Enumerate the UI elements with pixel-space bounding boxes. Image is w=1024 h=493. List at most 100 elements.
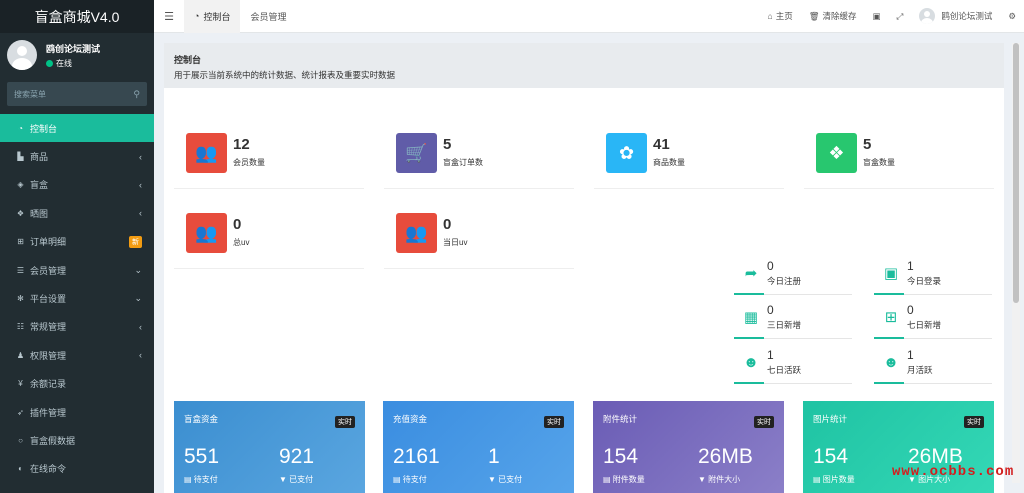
mini-stat-label: 七日新增 — [907, 320, 942, 330]
trash-icon: 🗑 — [808, 10, 820, 21]
sidebar-item-label: 盲盒 — [30, 180, 49, 191]
sidebar-item-9[interactable]: ¥ 余额记录 — [0, 370, 154, 398]
app-logo[interactable]: 盲盒商城V4.0 — [0, 0, 154, 33]
dashboard-icon: ◔ — [194, 11, 200, 21]
hamburger-icon[interactable]: ☰ — [154, 10, 184, 23]
mini-stat-label: 今日注册 — [767, 276, 802, 286]
card-label-primary-text: 待支付 — [193, 475, 218, 484]
rocket-icon: ➶ — [17, 407, 24, 417]
users-icon: 👥 — [186, 213, 227, 253]
users-icon: 👥 — [396, 213, 437, 253]
db-icon: ▤ — [184, 475, 192, 484]
mini-stat-label: 今日登录 — [907, 276, 942, 286]
sidebar-item-7[interactable]: ☷ 常规管理 ‹ — [0, 313, 154, 341]
db-icon: ▤ — [813, 475, 821, 484]
sidebar-item-label: 商品 — [30, 152, 49, 163]
dashboard-icon: ◔ — [18, 123, 23, 133]
fullscreen-icon[interactable]: ⤢ — [889, 11, 912, 22]
card-label-primary-text: 附件数量 — [612, 475, 645, 484]
stat-label: 总uv — [233, 238, 250, 247]
sidebar-item-0[interactable]: ◔ 控制台 — [0, 114, 154, 143]
card-label-secondary: ▼ 已支付 — [488, 474, 522, 485]
tab-member-management[interactable]: 会员管理 — [240, 0, 296, 33]
sidebar: 盲盒商城V4.0 鸥创论坛测试 在线 ⚲ ◔ 控制台 ▙ 商品 ‹ ◈ 盲盒 ‹ ❖ 晒图 ‹ ⊞ 订单… — [0, 0, 154, 493]
stat-box: ❖ 5 盲盒数量 — [804, 111, 994, 189]
home-icon: ⌂ — [767, 11, 773, 21]
card-value-primary: 154 — [603, 445, 639, 468]
stat-value: 41 — [653, 136, 670, 153]
card-label-secondary: ▼ 附件大小 — [698, 474, 740, 485]
calendar-plus-icon: ⊞ — [884, 309, 898, 326]
summary-card: 盲盒资金 实时 551 921 ▤ 待支付 ▼ 已支付 — [174, 401, 365, 493]
search-icon[interactable]: ⚲ — [133, 89, 140, 100]
sidebar-item-8[interactable]: ♟ 权限管理 ‹ — [0, 341, 154, 369]
sidebar-item-6[interactable]: ✻ 平台设置 ⌄ — [0, 284, 154, 312]
card-title: 附件统计 — [603, 414, 638, 424]
card-label-secondary-text: 已支付 — [498, 475, 523, 484]
card-value-primary: 2161 — [393, 445, 440, 468]
mini-stat: ☻ 1 月活跃 — [874, 340, 992, 384]
calendar-icon: ▦ — [743, 309, 759, 326]
sidebar-item-11[interactable]: ○ 盲盒假数据 — [0, 426, 154, 454]
scrollbar[interactable] — [1012, 43, 1020, 483]
main-content: 控制台 用于展示当前系统中的统计数据、统计报表及重要实时数据 👥 12 会员数量 🛒 5… — [164, 43, 1004, 493]
sidebar-item-4[interactable]: ⊞ 订单明细 新 — [0, 228, 154, 256]
tab-dashboard[interactable]: ◔ 控制台 — [184, 0, 241, 33]
card-label-primary: ▤ 待支付 — [393, 474, 427, 485]
mini-stat-label: 七日活跃 — [767, 365, 802, 375]
mini-stat: ▦ 0 三日新增 — [734, 295, 852, 339]
user-panel: 鸥创论坛测试 在线 — [0, 33, 154, 77]
home-link[interactable]: ⌂ 主页 — [760, 10, 801, 22]
user-menu[interactable]: 鸥创论坛测试 — [911, 8, 1000, 24]
summary-card: 附件统计 实时 154 26MB ▤ 附件数量 ▼ 附件大小 — [593, 401, 784, 493]
panel-header: 控制台 用于展示当前系统中的统计数据、统计报表及重要实时数据 — [164, 43, 1004, 88]
chevron-icon: ‹ — [139, 350, 142, 361]
stat-box: 👥 12 会员数量 — [174, 111, 364, 189]
sidebar-item-2[interactable]: ◈ 盲盒 ‹ — [0, 171, 154, 199]
online-dot-icon — [46, 59, 53, 67]
card-label-primary: ▤ 附件数量 — [603, 474, 645, 485]
cart-icon: 🛒 — [396, 133, 437, 173]
stat-value: 0 — [233, 216, 242, 233]
sidebar-item-10[interactable]: ➶ 插件管理 — [0, 398, 154, 426]
card-title: 图片统计 — [813, 414, 848, 424]
sidebar-item-label: 插件管理 — [30, 407, 67, 418]
sidebar-menu: ◔ 控制台 ▙ 商品 ‹ ◈ 盲盒 ‹ ❖ 晒图 ‹ ⊞ 订单明细 新 ☰ 会员管理 ⌄ ✻ 平台设置 ⌄ ☷ 常规管理 ‹… — [0, 114, 154, 483]
scrollbar-thumb[interactable] — [1013, 43, 1019, 303]
adjust-icon: ◐ — [18, 464, 23, 474]
page-description: 用于展示当前系统中的统计数据、统计报表及重要实时数据 — [174, 70, 396, 80]
settings-icon[interactable]: ⚙ — [1000, 11, 1024, 22]
db-icon: ▤ — [603, 475, 611, 484]
header-user-name: 鸥创论坛测试 — [941, 11, 993, 21]
sidebar-item-12[interactable]: ◐ 在线命令 — [0, 455, 154, 483]
card-value-primary: 154 — [813, 445, 849, 468]
mini-stat: ▣ 1 今日登录 — [874, 251, 992, 295]
stat-label: 盲盒数量 — [863, 158, 895, 167]
sidebar-item-label: 盲盒假数据 — [30, 435, 76, 446]
user-status: 在线 — [46, 58, 100, 69]
clear-cache-button[interactable]: 🗑 清除缓存 — [801, 10, 865, 22]
new-badge: 新 — [129, 235, 142, 248]
translate-icon[interactable]: ▣ — [865, 11, 889, 22]
db-icon: ▤ — [393, 475, 401, 484]
mini-stat-value: 0 — [767, 303, 774, 317]
mini-stat: ➦ 0 今日注册 — [734, 251, 852, 295]
card-title: 盲盒资金 — [184, 414, 219, 424]
card-title: 充值资金 — [393, 414, 428, 424]
sidebar-item-1[interactable]: ▙ 商品 ‹ — [0, 142, 154, 170]
stat-value: 0 — [443, 216, 452, 233]
filter-icon: ▼ — [279, 475, 287, 484]
chevron-icon: ⌄ — [134, 293, 142, 304]
top-header: ☰ ◔ 控制台 会员管理 ⌂ 主页 🗑 清除缓存 ▣ ⤢ 鸥创论坛测试 ⚙ — [154, 0, 1024, 33]
sidebar-item-label: 会员管理 — [30, 265, 67, 276]
card-value-primary: 551 — [184, 445, 220, 468]
search-input[interactable] — [14, 89, 134, 99]
sidebar-item-3[interactable]: ❖ 晒图 ‹ — [0, 199, 154, 227]
realtime-badge: 实时 — [335, 416, 355, 428]
sidebar-item-label: 控制台 — [30, 123, 58, 134]
sidebar-item-label: 晒图 — [30, 208, 49, 219]
watermark: www.ocbbs.com — [892, 464, 1015, 480]
users-icon: 👥 — [186, 133, 227, 173]
leaf-icon: ✿ — [606, 133, 647, 173]
sidebar-item-5[interactable]: ☰ 会员管理 ⌄ — [0, 256, 154, 284]
